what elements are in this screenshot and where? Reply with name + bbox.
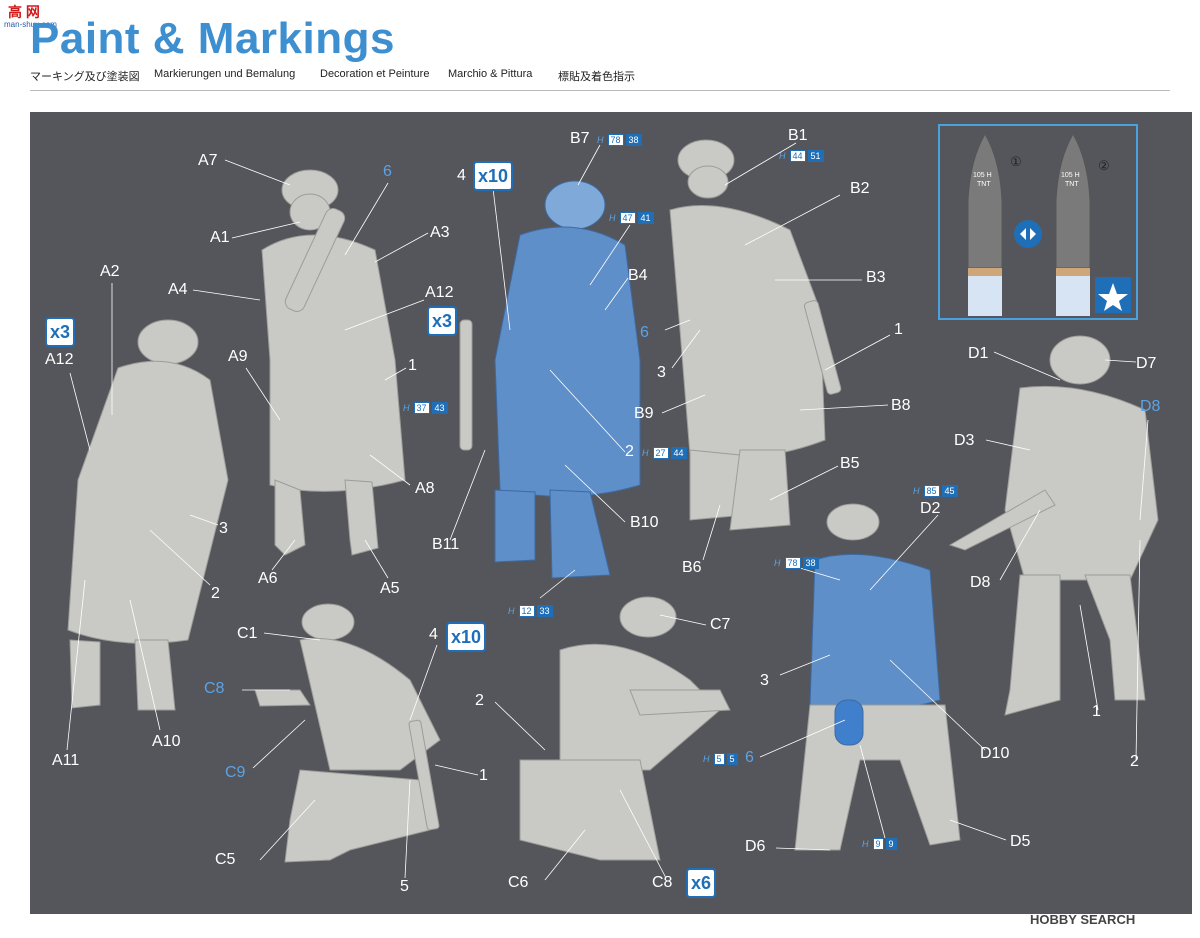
label-2-d: 2	[1130, 753, 1139, 770]
label-A12-left: A12	[45, 351, 74, 368]
multiplier-x3-left: x3	[45, 317, 76, 347]
label-6-d: 6	[745, 749, 754, 766]
label-D6: D6	[745, 838, 766, 855]
label-B4: B4	[628, 267, 648, 284]
label-D3: D3	[954, 432, 975, 449]
label-1-d: 1	[1092, 703, 1101, 720]
label-4-c: 4	[429, 626, 438, 643]
label-C8-bottom: C8	[652, 874, 673, 891]
label-A9: A9	[228, 348, 248, 365]
paint-code-d-coat: H 78 38	[774, 557, 819, 569]
label-4-b: 4	[457, 167, 466, 184]
label-3-b: 3	[657, 364, 666, 381]
label-6-a: 6	[383, 163, 392, 180]
label-C7: C7	[710, 616, 731, 633]
label-2-a: 2	[211, 585, 220, 602]
label-B8: B8	[891, 397, 911, 414]
paint-code-b2: H 27 44	[642, 447, 687, 459]
shell1-explosive: TNT	[977, 181, 991, 188]
label-D8-bottom: D8	[970, 574, 991, 591]
paint-code-b1: H 44 51	[779, 150, 824, 162]
label-D1: D1	[968, 345, 989, 362]
paint-code-b7: H 78 38	[597, 134, 642, 146]
label-B10: B10	[630, 514, 659, 531]
label-A4: A4	[168, 281, 188, 298]
label-B7: B7	[570, 130, 590, 147]
label-A3: A3	[430, 224, 450, 241]
shell2-explosive: TNT	[1065, 181, 1079, 188]
paint-code-d-six: H55	[703, 753, 738, 765]
figure-d-blue-front	[794, 503, 961, 851]
label-2-c: 2	[475, 692, 484, 709]
label-1-c: 1	[479, 767, 488, 784]
label-A2: A2	[100, 263, 120, 280]
label-3-d: 3	[760, 672, 769, 689]
paint-code-d2: H 85 45	[913, 485, 958, 497]
label-D8: D8	[1140, 398, 1161, 415]
label-C5: C5	[215, 851, 236, 868]
label-C6: C6	[508, 874, 529, 891]
label-A11: A11	[52, 752, 80, 769]
figure-c-throwing	[519, 596, 731, 861]
paint-code-b4: H 47 41	[609, 212, 654, 224]
figure-b-front	[669, 139, 842, 531]
figure-d-back	[948, 335, 1159, 716]
paint-code-a: H 37 43	[403, 402, 448, 414]
label-3-a: 3	[219, 520, 228, 537]
label-1-a: 1	[408, 357, 417, 374]
label-B9: B9	[634, 405, 654, 422]
label-B3: B3	[866, 269, 886, 286]
label-6-b: 6	[640, 324, 649, 341]
label-A5: A5	[380, 580, 400, 597]
label-A10: A10	[152, 733, 181, 750]
paint-code-b-feet: H 12 33	[508, 605, 553, 617]
multiplier-x6: x6	[686, 868, 717, 898]
label-B2: B2	[850, 180, 870, 197]
label-1-b: 1	[894, 321, 903, 338]
multiplier-x3-mid: x3	[427, 306, 458, 336]
label-B6: B6	[682, 559, 702, 576]
figure-a-back	[67, 319, 229, 711]
label-D7: D7	[1136, 355, 1157, 372]
label-A6: A6	[258, 570, 278, 587]
label-2-b: 2	[625, 443, 634, 460]
shell1-number: ①	[1010, 154, 1022, 169]
label-D2: D2	[920, 500, 941, 517]
multiplier-x10-top: x10	[473, 161, 514, 191]
label-C8: C8	[204, 680, 225, 697]
shell2-caliber: 105 H	[1061, 172, 1080, 179]
shell2-number: ②	[1098, 158, 1110, 173]
label-D10: D10	[980, 745, 1010, 762]
label-5-c: 5	[400, 878, 409, 895]
label-A7: A7	[198, 152, 218, 169]
watermark: HOBBY SEARCH	[1030, 912, 1136, 927]
label-B11: B11	[432, 536, 460, 553]
label-C1: C1	[237, 625, 258, 642]
label-B5: B5	[840, 455, 860, 472]
shell1-caliber: 105 H	[973, 172, 992, 179]
paint-code-d-nine: H99	[862, 838, 897, 850]
instruction-page: 高 网 man-shuu.com Paint & Markings マーキング及…	[0, 0, 1200, 938]
figure-b-blue-back	[459, 180, 641, 579]
label-D5: D5	[1010, 833, 1031, 850]
label-A1: A1	[210, 229, 230, 246]
figure-a-front	[261, 169, 406, 556]
label-A12-mid: A12	[425, 284, 454, 301]
ammo-marking-inset	[938, 124, 1138, 320]
figure-c-kneeling	[254, 603, 441, 863]
multiplier-x10-bottom: x10	[446, 622, 487, 652]
label-B1: B1	[788, 127, 808, 144]
label-A8: A8	[415, 480, 435, 497]
label-C9: C9	[225, 764, 246, 781]
